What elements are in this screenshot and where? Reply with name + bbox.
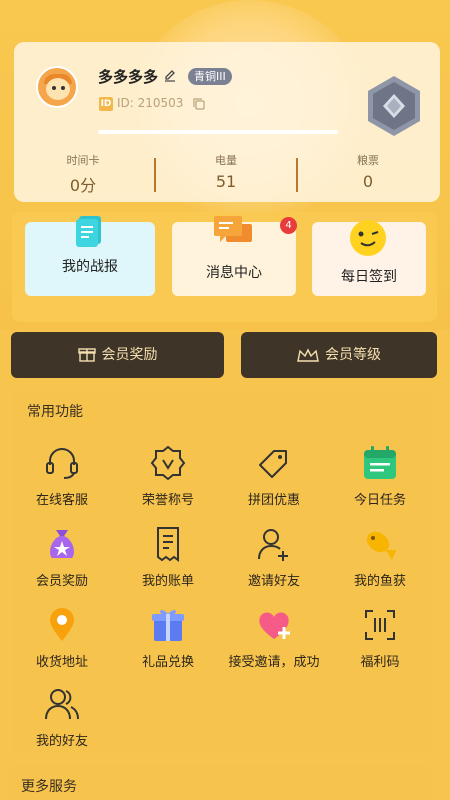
money-bag-icon: [50, 530, 74, 558]
member-level-label: 会员等级: [325, 347, 381, 363]
quick-card-label: 每日签到: [341, 269, 397, 285]
user-id: ID: 210503: [117, 96, 184, 110]
func-label: 在线客服: [35, 493, 88, 508]
func-label: 邀请好友: [247, 574, 300, 589]
daily-checkin-card[interactable]: 每日签到: [312, 220, 426, 296]
stat-label: 电量: [215, 154, 237, 167]
divider: [296, 158, 298, 192]
level-medal-icon[interactable]: [362, 74, 426, 138]
id-icon: ID: [99, 97, 113, 111]
quick-card-label: 我的战报: [62, 259, 118, 275]
friends-icon: [45, 689, 79, 720]
location-pin-icon: [50, 608, 74, 641]
func-label: 拼团优惠: [247, 493, 300, 508]
func-member-reward[interactable]: 会员奖励: [9, 524, 115, 589]
report-icon: [76, 216, 101, 247]
stat-time-card[interactable]: 时间卡 0分: [33, 152, 133, 196]
unread-badge: 4: [280, 217, 297, 234]
stat-value: 51: [215, 172, 237, 191]
rank-badge: 青铜III: [188, 68, 232, 85]
stat-power[interactable]: 电量 51: [176, 152, 276, 191]
calendar-icon: [364, 446, 396, 479]
divider: [154, 158, 156, 192]
more-services-title: 更多服务: [21, 779, 77, 795]
username: 多多多多: [98, 68, 159, 86]
honor-badge-icon: [150, 445, 186, 481]
message-center-card[interactable]: 消息中心: [172, 216, 296, 296]
smiley-icon: [350, 220, 386, 256]
func-label: 我的好友: [35, 734, 88, 749]
common-functions-title: 常用功能: [27, 404, 83, 420]
func-label: 福利码: [360, 655, 400, 670]
heart-plus-icon: [259, 612, 290, 639]
member-level-button[interactable]: 会员等级: [241, 332, 437, 378]
func-shipping-address[interactable]: 收货地址: [9, 605, 115, 670]
member-reward-button[interactable]: 会员奖励: [11, 332, 224, 378]
bill-icon: [157, 527, 179, 562]
func-label: 荣誉称号: [141, 493, 194, 508]
stat-label: 粮票: [357, 154, 379, 167]
func-today-task[interactable]: 今日任务: [327, 443, 433, 508]
scan-code-icon: [365, 610, 395, 640]
func-group-discount[interactable]: 拼团优惠: [221, 443, 327, 508]
avatar[interactable]: [36, 66, 78, 108]
func-my-bill[interactable]: 我的账单: [115, 524, 221, 589]
func-gift-exchange[interactable]: 礼品兑换: [115, 605, 221, 670]
message-icon: [214, 216, 252, 242]
func-welfare-code[interactable]: 福利码: [327, 605, 433, 670]
func-label: 我的鱼获: [353, 574, 406, 589]
func-my-friends[interactable]: 我的好友: [9, 684, 115, 749]
stat-value: 0分: [69, 176, 97, 195]
func-label: 接受邀请，成功: [228, 655, 320, 670]
quick-card-label: 消息中心: [206, 265, 262, 281]
func-accept-invite[interactable]: 接受邀请，成功: [221, 605, 327, 670]
stat-label: 时间卡: [66, 154, 100, 167]
func-honor-title[interactable]: 荣誉称号: [115, 443, 221, 508]
stat-food-ticket[interactable]: 粮票 0: [318, 152, 418, 191]
crown-icon: [297, 348, 319, 362]
func-my-fish[interactable]: 我的鱼获: [327, 524, 433, 589]
fish-icon: [366, 531, 396, 560]
gift-icon: [77, 348, 96, 362]
func-label: 会员奖励: [35, 574, 88, 589]
stat-value: 0: [362, 172, 374, 191]
battle-report-card[interactable]: 我的战报: [25, 216, 155, 296]
func-label: 今日任务: [353, 493, 406, 508]
tag-icon: [259, 450, 287, 478]
func-label: 礼品兑换: [141, 655, 194, 670]
func-label: 我的账单: [141, 574, 194, 589]
member-reward-label: 会员奖励: [101, 347, 158, 363]
headset-icon: [46, 448, 78, 479]
add-user-icon: [258, 529, 288, 561]
func-online-service[interactable]: 在线客服: [9, 443, 115, 508]
edit-icon[interactable]: [163, 68, 177, 82]
func-invite-friend[interactable]: 邀请好友: [221, 524, 327, 589]
gift-box-icon: [152, 610, 184, 641]
copy-icon[interactable]: [192, 97, 206, 111]
func-label: 收货地址: [35, 655, 88, 670]
level-progress-bar: [98, 130, 338, 134]
